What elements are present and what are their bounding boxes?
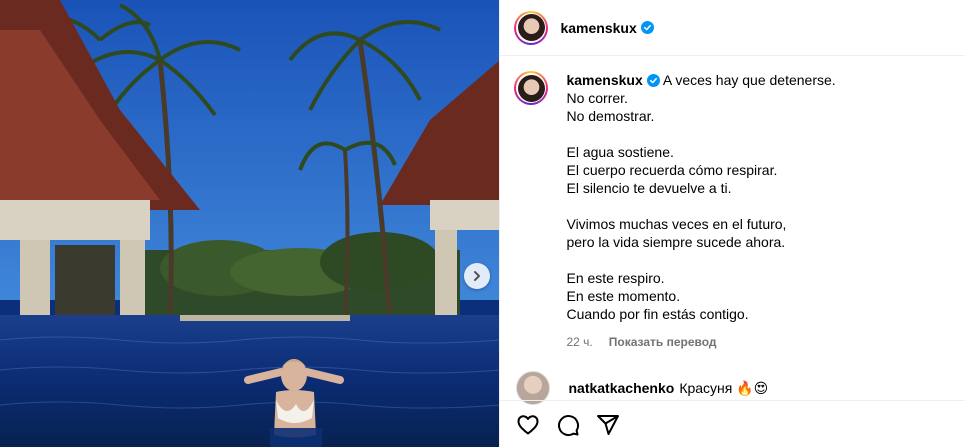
comment-text: Красуня 🔥😍 — [679, 379, 769, 396]
verified-badge-icon — [640, 21, 654, 34]
chevron-right-icon — [474, 271, 480, 281]
post-photo[interactable] — [0, 0, 500, 447]
caption-meta: 22 ч. Показать перевод — [566, 335, 716, 349]
post-timestamp[interactable]: 22 ч. — [566, 335, 592, 349]
show-translation-link[interactable]: Показать перевод — [609, 335, 717, 349]
comment-icon[interactable] — [556, 413, 580, 437]
post-side-panel: kamenskux kamenskux A veces hay que dete… — [499, 0, 965, 447]
share-icon[interactable] — [596, 413, 620, 437]
caption-author-avatar[interactable] — [514, 71, 549, 105]
commenter-username[interactable]: natkatkachenko — [568, 380, 674, 396]
caption-block: kamenskux A veces hay que detenerse. No … — [514, 71, 956, 323]
author-username[interactable]: kamenskux — [560, 20, 636, 36]
caption-text: A veces hay que detenerse. No correr. No… — [566, 72, 836, 322]
heart-icon[interactable] — [516, 413, 540, 437]
next-photo-button[interactable] — [464, 263, 490, 289]
author-avatar[interactable] — [514, 10, 549, 45]
pool-palms-image — [0, 0, 500, 447]
verified-badge-icon — [646, 74, 660, 87]
post-header: kamenskux — [500, 0, 965, 56]
caption-author-username[interactable]: kamenskux — [566, 72, 642, 88]
post-actions-bar — [500, 400, 965, 448]
